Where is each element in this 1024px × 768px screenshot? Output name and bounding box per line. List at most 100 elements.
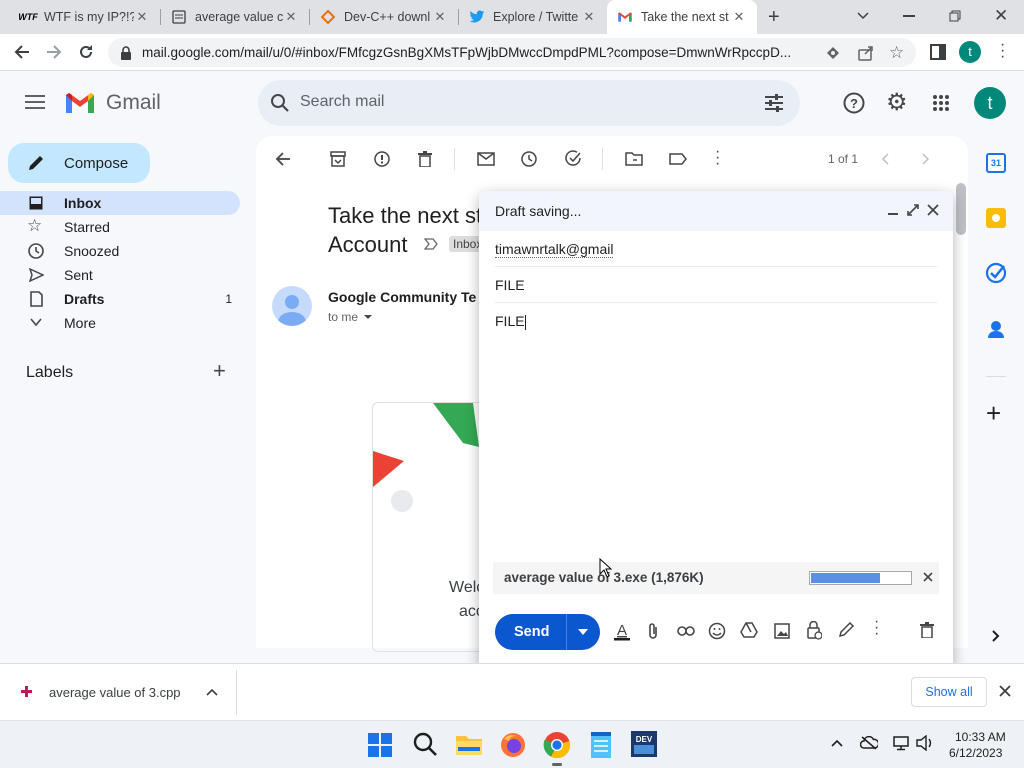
lock-icon[interactable] [120, 46, 132, 60]
gmail-logo-icon[interactable] [64, 91, 96, 115]
tab-search-icon[interactable] [856, 8, 870, 22]
browser-profile-avatar[interactable]: t [959, 41, 981, 63]
forward-icon[interactable] [45, 43, 63, 61]
message-body[interactable]: FILE [495, 313, 937, 553]
nav-item-sent[interactable]: Sent [0, 263, 240, 287]
details-dropdown-icon[interactable] [363, 314, 373, 320]
sender-name[interactable]: Google Community Te [328, 289, 476, 305]
onedrive-icon[interactable] [860, 736, 878, 750]
download-filename[interactable]: average value of 3.cpp [49, 685, 181, 700]
firefox-icon[interactable] [499, 731, 527, 759]
delete-icon[interactable] [418, 151, 432, 167]
remove-attachment-icon[interactable] [923, 572, 933, 582]
close-tab-icon[interactable]: ✕ [731, 9, 747, 25]
minimize-compose-icon[interactable] [888, 213, 898, 215]
notepad-icon[interactable] [588, 731, 616, 759]
browser-tab[interactable]: WTF WTF is my IP?!?! ✕ [10, 0, 160, 34]
important-marker-icon[interactable] [424, 238, 438, 250]
close-tab-icon[interactable]: ✕ [581, 9, 597, 25]
archive-icon[interactable] [330, 151, 346, 167]
move-to-icon[interactable] [625, 152, 643, 166]
add-to-tasks-icon[interactable] [565, 150, 583, 168]
show-hidden-icons-icon[interactable] [831, 739, 843, 747]
mark-unread-icon[interactable] [477, 152, 495, 166]
back-to-inbox-icon[interactable] [275, 152, 291, 166]
url-text[interactable]: mail.google.com/mail/u/0/#inbox/FMfcgzGs… [142, 45, 791, 60]
more-options-icon[interactable]: · · · [715, 144, 720, 172]
help-icon[interactable]: ? [843, 92, 865, 114]
browser-tab[interactable]: Dev-C++ downl ✕ [310, 0, 458, 34]
search-bar[interactable]: Search mail [258, 80, 800, 126]
reload-icon[interactable] [77, 43, 95, 61]
nav-item-more[interactable]: More [0, 311, 240, 335]
minimize-icon[interactable] [903, 15, 915, 17]
clock-date[interactable]: 6/12/2023 [949, 746, 1002, 760]
show-all-downloads-button[interactable]: Show all [911, 677, 987, 707]
to-field[interactable]: timawnrtalk@gmail [495, 237, 937, 267]
attachment-chip[interactable]: average value of 3.exe (1,876K) [493, 562, 939, 594]
new-tab-icon[interactable]: + [768, 6, 780, 29]
browser-tab[interactable]: average value c ✕ [161, 0, 309, 34]
side-panel-icon[interactable] [930, 44, 946, 60]
older-icon[interactable] [922, 153, 930, 165]
close-tab-icon[interactable]: ✕ [134, 9, 150, 25]
nav-item-drafts[interactable]: Drafts 1 [0, 287, 240, 311]
close-window-icon[interactable]: ✕ [994, 6, 1008, 26]
back-icon[interactable] [13, 43, 31, 61]
close-download-bar-icon[interactable] [999, 685, 1011, 697]
file-explorer-icon[interactable] [455, 731, 483, 759]
apps-grid-icon[interactable] [932, 94, 950, 112]
start-windows-icon[interactable] [368, 733, 392, 757]
browser-menu-icon[interactable]: · · · [1000, 37, 1005, 65]
clock-time[interactable]: 10:33 AM [955, 730, 1006, 744]
discard-draft-icon[interactable] [920, 622, 934, 638]
insert-signature-icon[interactable] [838, 622, 854, 638]
taskbar-search-icon[interactable] [412, 731, 440, 759]
settings-gear-icon[interactable]: ⚙ [886, 91, 908, 115]
download-options-icon[interactable] [206, 688, 218, 696]
dev-cpp-icon[interactable]: DEV [631, 731, 659, 759]
network-icon[interactable] [892, 735, 910, 751]
calendar-icon[interactable]: 31 [986, 153, 1006, 173]
subject-field[interactable]: FILE [495, 273, 937, 303]
contacts-icon[interactable] [987, 319, 1005, 339]
account-avatar[interactable]: t [974, 87, 1006, 119]
label-icon[interactable] [669, 153, 687, 165]
compose-button[interactable]: Compose [8, 143, 150, 183]
snooze-icon[interactable] [521, 151, 537, 167]
browser-tab[interactable]: Explore / Twitte ✕ [459, 0, 607, 34]
main-menu-icon[interactable] [25, 94, 45, 110]
expand-panel-icon[interactable] [992, 630, 1000, 642]
compose-header[interactable]: Draft saving... [479, 191, 953, 231]
gmail-logo-text[interactable]: Gmail [106, 91, 161, 115]
bookmark-star-icon[interactable]: ☆ [889, 43, 904, 63]
keep-icon[interactable] [986, 208, 1006, 228]
insert-emoji-icon[interactable] [708, 622, 726, 640]
omnibox[interactable]: mail.google.com/mail/u/0/#inbox/FMfcgzGs… [108, 38, 916, 67]
nav-item-starred[interactable]: ☆ Starred [0, 215, 240, 239]
schedule-send-dropdown-icon[interactable] [578, 629, 588, 635]
recipient-chip[interactable]: timawnrtalk@gmail [495, 241, 614, 258]
email-scrollbar[interactable] [956, 183, 966, 235]
get-addons-icon[interactable]: + [986, 400, 1001, 426]
confidential-mode-icon[interactable] [806, 621, 822, 640]
insert-link-icon[interactable] [677, 625, 695, 637]
close-tab-icon[interactable]: ✕ [283, 9, 299, 25]
restore-icon[interactable] [949, 10, 961, 22]
close-tab-icon[interactable]: ✕ [432, 9, 448, 25]
chrome-icon[interactable] [543, 731, 571, 766]
tasks-icon[interactable] [985, 262, 1007, 284]
volume-icon[interactable] [916, 735, 934, 751]
report-spam-icon[interactable] [374, 151, 390, 167]
formatting-options-icon[interactable]: A [613, 621, 631, 641]
attach-files-icon[interactable] [647, 622, 659, 640]
search-input[interactable]: Search mail [300, 93, 384, 111]
newer-icon[interactable] [881, 153, 889, 165]
nav-item-inbox[interactable]: Inbox [0, 191, 240, 215]
google-drive-icon[interactable] [740, 622, 758, 638]
fullscreen-compose-icon[interactable] [907, 204, 919, 216]
nav-item-snoozed[interactable]: Snoozed [0, 239, 240, 263]
lens-icon[interactable] [826, 46, 840, 60]
add-label-icon[interactable]: + [213, 358, 226, 384]
search-icon[interactable] [270, 93, 290, 113]
